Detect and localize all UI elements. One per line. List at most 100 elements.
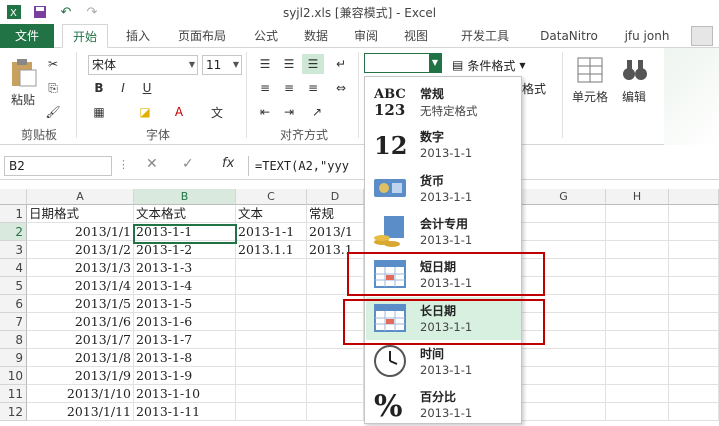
cell-c5[interactable] <box>236 277 307 295</box>
tab-home[interactable]: 开始 <box>62 24 108 48</box>
binoculars-icon[interactable] <box>622 56 648 84</box>
cell-a6[interactable]: 2013/1/5 <box>27 295 134 313</box>
cell-c2[interactable]: 2013-1-1 <box>236 223 307 241</box>
cell-a9[interactable]: 2013/1/8 <box>27 349 134 367</box>
cell-b11[interactable]: 2013-1-10 <box>134 385 236 403</box>
menu-item-accounting[interactable]: 会计专用 2013-1-1 <box>366 210 521 253</box>
align-top-icon[interactable]: ☰ <box>254 54 276 74</box>
menu-item-percentage[interactable]: % 百分比 2013-1-1 <box>366 383 521 426</box>
row-header[interactable]: 5 <box>0 277 27 295</box>
column-header-a[interactable]: A <box>27 189 134 205</box>
row-header[interactable]: 2 <box>0 223 27 241</box>
cell-g1[interactable] <box>522 205 606 223</box>
cell-c6[interactable] <box>236 295 307 313</box>
increase-indent-icon[interactable]: ⇥ <box>278 102 300 122</box>
paste-button[interactable]: 粘贴 <box>6 91 40 108</box>
column-header-b[interactable]: B <box>134 189 236 205</box>
avatar[interactable] <box>691 26 713 46</box>
selected-cell[interactable] <box>133 224 237 244</box>
format-as-table-label[interactable]: 格式 <box>522 80 546 97</box>
cell-a11[interactable]: 2013/1/10 <box>27 385 134 403</box>
fill-color-icon[interactable]: ◪ <box>134 102 156 122</box>
cell-b8[interactable]: 2013-1-7 <box>134 331 236 349</box>
cut-icon[interactable]: ✂ <box>42 54 64 74</box>
cell-c4[interactable] <box>236 259 307 277</box>
cell-c9[interactable] <box>236 349 307 367</box>
cell-x2[interactable] <box>669 223 719 241</box>
column-header-g[interactable]: G <box>522 189 606 205</box>
row-header[interactable]: 3 <box>0 241 27 259</box>
select-all-corner[interactable] <box>0 189 27 205</box>
column-header-blank[interactable] <box>669 189 719 205</box>
cell-c8[interactable] <box>236 331 307 349</box>
user-name[interactable]: jfu jonh <box>612 24 682 48</box>
cell-g2[interactable] <box>522 223 606 241</box>
menu-item-time[interactable]: 时间 2013-1-1 <box>366 340 521 383</box>
cancel-icon[interactable]: ✕ <box>146 156 158 172</box>
cell-a3[interactable]: 2013/1/2 <box>27 241 134 259</box>
cell-b10[interactable]: 2013-1-9 <box>134 367 236 385</box>
cell-c3[interactable]: 2013.1.1 <box>236 241 307 259</box>
border-icon[interactable]: ▦ <box>88 102 110 122</box>
orientation-icon[interactable]: ↗ <box>306 102 328 122</box>
cell-h12[interactable] <box>606 403 669 421</box>
tab-review[interactable]: 审阅 <box>346 24 386 48</box>
cell-c7[interactable] <box>236 313 307 331</box>
italic-button[interactable]: I <box>112 78 134 98</box>
paste-icon[interactable] <box>8 58 38 88</box>
cell-d10[interactable] <box>307 367 364 385</box>
cell-g9[interactable] <box>522 349 606 367</box>
cell-c12[interactable] <box>236 403 307 421</box>
cell-d2[interactable]: 2013/1 <box>307 223 364 241</box>
copy-icon[interactable]: ⎘ <box>42 78 64 98</box>
tab-datanitro[interactable]: DataNitro <box>532 24 606 48</box>
menu-item-number[interactable]: 12 数字 2013-1-1 <box>366 123 521 166</box>
cell-h2[interactable] <box>606 223 669 241</box>
align-right-icon[interactable]: ≡ <box>302 78 324 98</box>
cell-h5[interactable] <box>606 277 669 295</box>
cell-x10[interactable] <box>669 367 719 385</box>
format-painter-icon[interactable]: 🖌 <box>42 102 64 122</box>
cell-b1[interactable]: 文本格式 <box>134 205 236 223</box>
number-format-select[interactable]: ▼ <box>364 53 442 73</box>
underline-button[interactable]: U <box>136 78 158 98</box>
cell-d11[interactable] <box>307 385 364 403</box>
merge-center-icon[interactable]: ⇔ <box>330 78 352 98</box>
tab-page-layout[interactable]: 页面布局 <box>168 24 236 48</box>
cell-d12[interactable] <box>307 403 364 421</box>
align-bottom-icon[interactable]: ☰ <box>302 54 324 74</box>
cell-d1[interactable]: 常规 <box>307 205 364 223</box>
cell-h9[interactable] <box>606 349 669 367</box>
cell-b7[interactable]: 2013-1-6 <box>134 313 236 331</box>
cell-x6[interactable] <box>669 295 719 313</box>
cell-a4[interactable]: 2013/1/3 <box>27 259 134 277</box>
wrap-text-icon[interactable]: ↵ <box>330 54 352 74</box>
column-header-d[interactable]: D <box>307 189 364 205</box>
cells-button[interactable]: 单元格 <box>566 88 614 105</box>
row-header[interactable]: 1 <box>0 205 27 223</box>
font-size-select[interactable]: 11 ▼ <box>202 55 242 75</box>
tab-file[interactable]: 文件 <box>0 24 54 48</box>
cell-h6[interactable] <box>606 295 669 313</box>
cell-h7[interactable] <box>606 313 669 331</box>
cell-g10[interactable] <box>522 367 606 385</box>
cell-x8[interactable] <box>669 331 719 349</box>
cell-g11[interactable] <box>522 385 606 403</box>
cell-h1[interactable] <box>606 205 669 223</box>
tab-data[interactable]: 数据 <box>296 24 336 48</box>
insert-function-button[interactable]: fx <box>222 156 242 176</box>
cell-a2[interactable]: 2013/1/1 <box>27 223 134 241</box>
cell-x3[interactable] <box>669 241 719 259</box>
cell-h4[interactable] <box>606 259 669 277</box>
tab-formulas[interactable]: 公式 <box>246 24 286 48</box>
cell-h8[interactable] <box>606 331 669 349</box>
row-header[interactable]: 10 <box>0 367 27 385</box>
cell-x1[interactable] <box>669 205 719 223</box>
cell-x7[interactable] <box>669 313 719 331</box>
cell-b5[interactable]: 2013-1-4 <box>134 277 236 295</box>
row-header[interactable]: 12 <box>0 403 27 421</box>
cell-h10[interactable] <box>606 367 669 385</box>
cell-c10[interactable] <box>236 367 307 385</box>
phonetic-icon[interactable]: 文 <box>206 102 228 122</box>
column-header-h[interactable]: H <box>606 189 669 205</box>
